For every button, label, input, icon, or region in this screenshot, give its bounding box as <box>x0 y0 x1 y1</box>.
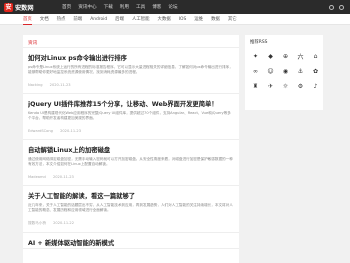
article-title[interactable]: AI + 新媒体驱动智能的新模式 <box>28 233 234 248</box>
section-title: 资讯 <box>23 35 239 48</box>
user-icon[interactable] <box>339 4 344 10</box>
article-meta: 搜数马小桥 2020-11-22 <box>28 221 234 232</box>
category-tab-bigdata[interactable]: 大数据 <box>158 14 171 25</box>
article-title[interactable]: 自动解锁Linux上的加密磁盘 <box>28 140 234 155</box>
category-tab-other[interactable]: 其它 <box>228 14 237 25</box>
rss-globe-icon[interactable]: ⊕ <box>280 51 291 62</box>
rss-anchor-icon[interactable]: ⚓ <box>295 66 306 77</box>
top-nav-item-tools[interactable]: 工具 <box>136 4 145 10</box>
article-card[interactable]: 如何对Linux ps命令输出进行排序 ps命令是Linux系统上运行的所有进程… <box>23 48 239 94</box>
top-nav-item-usage[interactable]: 利用 <box>120 4 129 10</box>
article-card[interactable]: AI + 新媒体驱动智能的新模式 <box>23 233 239 249</box>
article-author[interactable]: Madeamd <box>28 175 46 179</box>
top-nav-item-home[interactable]: 首页 <box>62 4 71 10</box>
top-nav-item-download[interactable]: 下载 <box>104 4 113 10</box>
article-date: 2020-11-22 <box>53 221 75 225</box>
rss-infinity-icon[interactable]: ∞ <box>250 66 261 77</box>
rss-icon-grid: ✦ ◆ ⊕ 六 ⌂ ∞ ☺ ◉ ⚓ ✿ ♜ ✈ ☼ ⚙ ♪ <box>245 45 323 98</box>
rss-six-icon[interactable]: 六 <box>295 51 306 62</box>
category-tab-home[interactable]: 首页 <box>23 14 32 25</box>
category-tab-ai[interactable]: 人工智能 <box>132 14 150 25</box>
rss-star-icon[interactable]: ✦ <box>250 51 261 62</box>
category-bar: 首页 文档 热点 前端 Android 后端 人工智能 大数据 IOS 运维 数… <box>0 14 350 25</box>
rss-music-icon[interactable]: ♪ <box>310 81 321 92</box>
article-date: 2020-11-23 <box>49 83 71 87</box>
article-author[interactable]: Nacking <box>28 83 43 87</box>
top-navigation-bar: 安 安数网 首页 资讯中心 下载 利用 工具 博客 论坛 <box>0 0 350 14</box>
category-tab-ops[interactable]: 运维 <box>194 14 203 25</box>
category-tab-backend[interactable]: 后端 <box>115 14 124 25</box>
article-summary: Kendo UI是构建现代化Web应用程序的完整jQuery UI组件库，提供超… <box>28 111 231 120</box>
article-card[interactable]: 关于人工智能的解读，看这一篇就够了 近几年来，关于人工智能的话题层出不穷，从人工… <box>23 186 239 233</box>
article-feed: 资讯 如何对Linux ps命令输出进行排序 ps命令是Linux系统上运行的所… <box>23 35 239 263</box>
rss-plane-icon[interactable]: ✈ <box>265 81 276 92</box>
sidebar-title: 推荐RSS <box>250 40 268 45</box>
category-tab-frontend[interactable]: 前端 <box>73 14 82 25</box>
site-logo[interactable]: 安 安数网 <box>4 2 48 12</box>
article-summary: 近几年来，关于人工智能的话题层出不穷，从人工智能技术到应用，再到发展趋势，人们对… <box>28 203 233 212</box>
article-meta: Nacking 2020-11-23 <box>28 83 234 93</box>
category-tab-ios[interactable]: IOS <box>179 14 187 25</box>
article-card[interactable]: 自动解锁Linux上的加密磁盘 通过使用网络绑定磁盘加密，无需手动输入密码就可以… <box>23 140 239 186</box>
rss-target-icon[interactable]: ◉ <box>280 66 291 77</box>
category-tab-android[interactable]: Android <box>90 14 107 25</box>
article-title[interactable]: 如何对Linux ps命令输出进行排序 <box>28 48 234 63</box>
rss-flower-icon[interactable]: ✿ <box>310 66 321 77</box>
rss-diamond-icon[interactable]: ◆ <box>265 51 276 62</box>
article-summary: 通过使用网络绑定磁盘加密，无需手动输入密码就可以打开加密磁盘。从安全性角度来看，… <box>28 157 233 166</box>
category-tab-docs[interactable]: 文档 <box>40 14 49 25</box>
logo-text: 安数网 <box>15 4 34 12</box>
top-right-actions <box>324 4 344 10</box>
article-summary: ps命令是Linux系统上运行的所有进程的标准报告程序，它可以显示大量进程相关的… <box>28 65 233 74</box>
recommended-rss-panel: 推荐RSS ✦ ◆ ⊕ 六 ⌂ ∞ ☺ ◉ ⚓ ✿ ♜ ✈ ☼ ⚙ ♪ <box>245 35 323 110</box>
search-icon[interactable] <box>329 4 334 10</box>
rss-gear-icon[interactable]: ⚙ <box>295 81 306 92</box>
category-tab-data[interactable]: 数据 <box>211 14 220 25</box>
article-author[interactable]: 搜数马小桥 <box>28 221 46 225</box>
article-card[interactable]: jQuery UI插件库推荐15个分享，让移动、Web界面开发更简单！ Kend… <box>23 94 239 140</box>
top-nav: 首页 资讯中心 下载 利用 工具 博客 论坛 <box>62 4 185 10</box>
article-author[interactable]: EdwardSCong <box>28 129 53 133</box>
top-nav-item-forum[interactable]: 论坛 <box>168 4 177 10</box>
article-date: 2020-11-23 <box>52 175 74 179</box>
top-nav-item-news[interactable]: 资讯中心 <box>78 4 96 10</box>
category-tab-hot[interactable]: 热点 <box>57 14 66 25</box>
rss-rook-icon[interactable]: ♜ <box>250 81 261 92</box>
article-title[interactable]: 关于人工智能的解读，看这一篇就够了 <box>28 186 234 201</box>
logo-mark: 安 <box>4 2 13 12</box>
top-nav-item-blog[interactable]: 博客 <box>152 4 161 10</box>
rss-smile-icon[interactable]: ☺ <box>265 66 276 77</box>
article-meta: Madeamd 2020-11-23 <box>28 175 234 185</box>
article-date: 2020-11-23 <box>60 129 81 133</box>
rss-home-icon[interactable]: ⌂ <box>310 51 321 62</box>
rss-sun-icon[interactable]: ☼ <box>280 81 291 92</box>
article-title[interactable]: jQuery UI插件库推荐15个分享，让移动、Web界面开发更简单！ <box>28 94 234 109</box>
article-meta: EdwardSCong 2020-11-23 <box>28 129 234 139</box>
